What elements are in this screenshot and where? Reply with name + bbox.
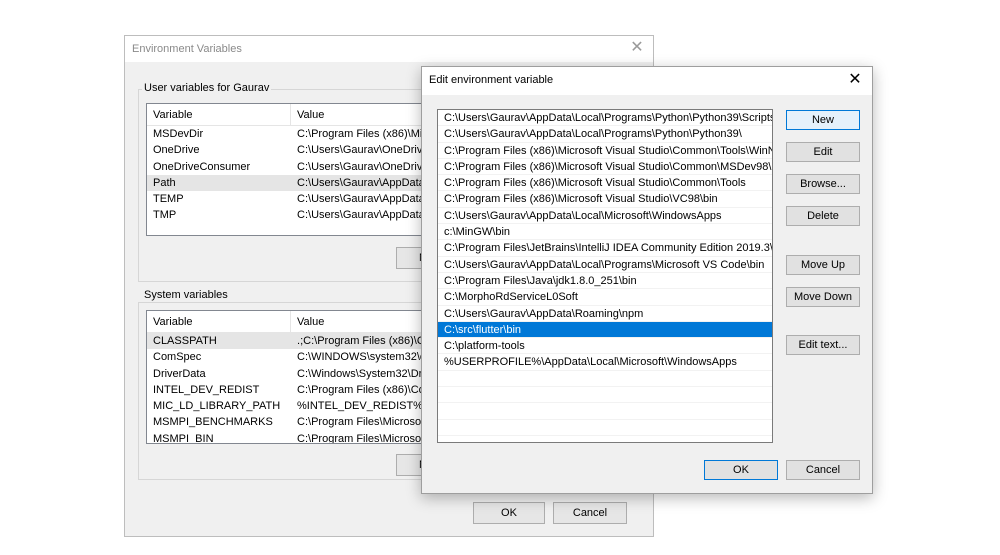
list-header: Variable Value	[147, 104, 445, 126]
table-row[interactable]: TEMP C:\Users\Gaurav\AppData\L	[147, 191, 445, 207]
path-list-item[interactable]: C:\Program Files (x86)\Microsoft Visual …	[438, 191, 772, 208]
variable-name-cell: MSDevDir	[153, 128, 204, 140]
empty-list-row[interactable]	[438, 371, 772, 388]
system-variables-list[interactable]: Variable Value CLASSPATH .;C:\Program Fil…	[146, 310, 446, 444]
new-button[interactable]: New	[786, 110, 860, 130]
variable-name-cell: DriverData	[153, 367, 206, 380]
table-row[interactable]: CLASSPATH .;C:\Program Files (x86)\Qu	[147, 333, 445, 350]
path-list-item[interactable]: C:\Users\Gaurav\AppData\Roaming\npm	[438, 306, 772, 322]
user-variables-list[interactable]: Variable Value MSDevDir C:\Program Files …	[146, 103, 446, 236]
user-variables-label: User variables for Gaurav	[142, 82, 272, 94]
system-variables-label: System variables	[142, 289, 230, 301]
variable-name-cell: OneDriveConsumer	[153, 160, 251, 173]
table-row[interactable]: DriverData C:\Windows\System32\Driv	[147, 366, 445, 382]
path-list-item[interactable]: C:\Users\Gaurav\AppData\Local\Microsoft\…	[438, 208, 772, 225]
delete-button[interactable]: Delete	[786, 206, 860, 226]
column-header-variable[interactable]: Variable	[147, 311, 292, 333]
ok-button[interactable]: OK	[473, 502, 545, 524]
table-row[interactable]: ComSpec C:\WINDOWS\system32\cm	[147, 349, 445, 365]
table-row[interactable]: MSMPI_BIN C:\Program Files\Microsoft	[147, 431, 445, 444]
close-icon[interactable]: ✕	[846, 71, 864, 89]
variable-name-cell: Path	[153, 176, 176, 189]
table-row[interactable]: OneDriveConsumer C:\Users\Gaurav\OneDrive	[147, 159, 445, 175]
table-row[interactable]: MIC_LD_LIBRARY_PATH %INTEL_DEV_REDIST%com…	[147, 398, 445, 414]
close-icon[interactable]: ✕	[628, 39, 646, 57]
path-list-item[interactable]: C:\src\flutter\bin	[438, 321, 772, 339]
path-list-item[interactable]: C:\Program Files\JetBrains\IntelliJ IDEA…	[438, 240, 772, 257]
table-row[interactable]: MSMPI_BENCHMARKS C:\Program Files\Microso…	[147, 414, 445, 430]
title-bar: Environment Variables ✕	[125, 36, 653, 62]
path-list[interactable]: C:\Users\Gaurav\AppData\Local\Programs\P…	[437, 109, 773, 443]
variable-name-cell: INTEL_DEV_REDIST	[153, 383, 260, 396]
browse-button[interactable]: Browse...	[786, 174, 860, 194]
move-up-button[interactable]: Move Up	[786, 255, 860, 275]
path-list-item[interactable]: C:\Program Files (x86)\Microsoft Visual …	[438, 175, 772, 192]
variable-name-cell: ComSpec	[153, 351, 202, 364]
table-row[interactable]: Path C:\Users\Gaurav\AppData\L	[147, 174, 445, 192]
column-header-variable[interactable]: Variable	[147, 104, 292, 126]
variable-name-cell: TMP	[153, 209, 177, 222]
table-row[interactable]: MSDevDir C:\Program Files (x86)\Micr	[147, 126, 445, 142]
table-row[interactable]: TMP C:\Users\Gaurav\AppData\L	[147, 207, 445, 223]
variable-name-cell: OneDrive	[153, 144, 200, 157]
edit-button[interactable]: Edit	[786, 142, 860, 162]
dialog-title: Environment Variables	[132, 43, 242, 55]
ok-button[interactable]: OK	[704, 460, 778, 480]
empty-list-row[interactable]	[438, 420, 772, 436]
edit-text-button[interactable]: Edit text...	[786, 335, 860, 355]
table-row[interactable]: INTEL_DEV_REDIST C:\Program Files (x86)\C…	[147, 382, 445, 398]
path-list-item[interactable]: C:\Users\Gaurav\AppData\Local\Programs\P…	[438, 126, 772, 143]
path-list-item[interactable]: C:\Program Files (x86)\Microsoft Visual …	[438, 159, 772, 176]
path-list-item[interactable]: C:\MorphoRdServiceL0Soft	[438, 289, 772, 306]
path-list-item[interactable]: C:\Users\Gaurav\AppData\Local\Programs\P…	[438, 110, 772, 127]
variable-name-cell: MSMPI_BIN	[153, 432, 214, 444]
cancel-button[interactable]: Cancel	[786, 460, 860, 480]
variable-name-cell: MIC_LD_LIBRARY_PATH	[153, 400, 281, 413]
path-list-item[interactable]: C:\Program Files (x86)\Microsoft Visual …	[438, 143, 772, 159]
variable-name-cell: MSMPI_BENCHMARKS	[153, 416, 273, 429]
edit-environment-variable-dialog: Edit environment variable ✕ C:\Users\Gau…	[421, 66, 873, 494]
path-list-item[interactable]: C:\Users\Gaurav\AppData\Local\Programs\M…	[438, 257, 772, 273]
list-header: Variable Value	[147, 311, 445, 333]
path-list-item[interactable]: C:\Program Files\Java\jdk1.8.0_251\bin	[438, 273, 772, 290]
title-bar: Edit environment variable ✕	[422, 67, 872, 95]
dialog-title: Edit environment variable	[429, 74, 554, 86]
variable-name-cell: CLASSPATH	[153, 335, 217, 347]
empty-list-row[interactable]	[438, 403, 772, 420]
path-list-item[interactable]: c:\MinGW\bin	[438, 224, 772, 241]
variable-name-cell: TEMP	[153, 193, 184, 206]
path-list-item[interactable]: %USERPROFILE%\AppData\Local\Microsoft\Wi…	[438, 354, 772, 371]
empty-list-row[interactable]	[438, 387, 772, 404]
path-list-item[interactable]: C:\platform-tools	[438, 338, 772, 355]
table-row[interactable]: OneDrive C:\Users\Gaurav\OneDrive	[147, 142, 445, 158]
move-down-button[interactable]: Move Down	[786, 287, 860, 307]
cancel-button[interactable]: Cancel	[553, 502, 627, 524]
